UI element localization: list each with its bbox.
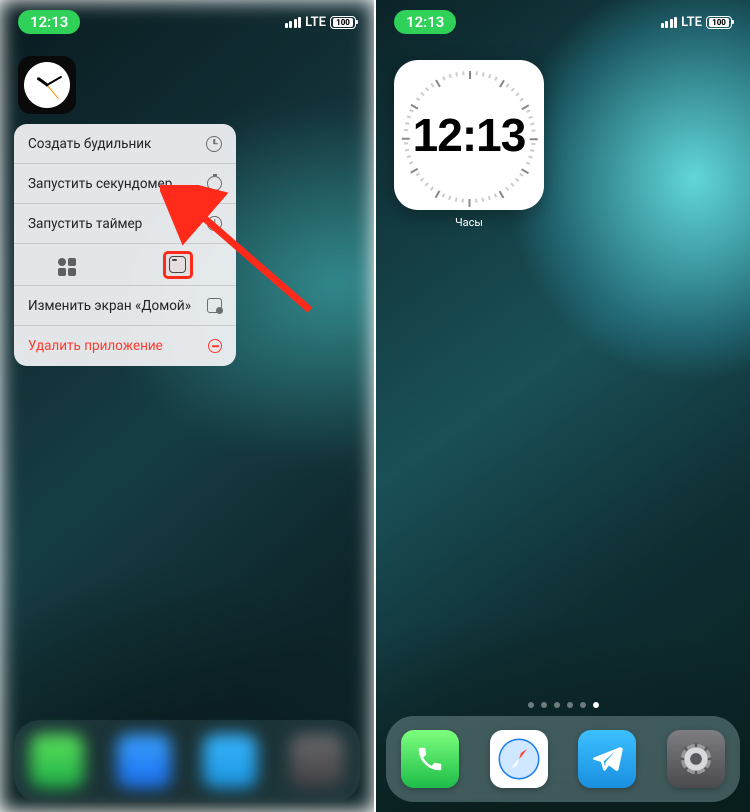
status-bar: 12:13 LTE 100 bbox=[0, 0, 374, 44]
analog-clock-face bbox=[24, 62, 70, 108]
page-dot[interactable] bbox=[593, 702, 599, 708]
battery-icon: 100 bbox=[706, 16, 732, 29]
app-grid-icon[interactable] bbox=[58, 254, 76, 276]
compass-icon bbox=[496, 736, 542, 782]
widget-label: Часы bbox=[394, 216, 544, 229]
menu-delete-app[interactable]: Удалить приложение bbox=[14, 326, 236, 366]
network-label: LTE bbox=[681, 15, 702, 30]
page-dot[interactable] bbox=[528, 702, 534, 708]
left-screenshot: 12:13 LTE 100 Создать будильник Запустит… bbox=[0, 0, 374, 812]
phone-icon bbox=[415, 744, 445, 774]
menu-label: Удалить приложение bbox=[28, 338, 163, 354]
menu-edit-home[interactable]: Изменить экран «Домой» bbox=[14, 286, 236, 326]
page-dot[interactable] bbox=[541, 702, 547, 708]
telegram-app[interactable] bbox=[578, 730, 636, 788]
edit-home-icon bbox=[207, 298, 222, 313]
timer-icon bbox=[207, 216, 222, 231]
stopwatch-icon bbox=[207, 176, 222, 191]
battery-icon: 100 bbox=[330, 16, 356, 29]
clock-app-icon[interactable] bbox=[18, 56, 76, 114]
wallpaper-blurred bbox=[0, 0, 374, 812]
clock-widget[interactable]: 12:13 bbox=[394, 60, 544, 210]
paper-plane-icon bbox=[590, 742, 624, 776]
status-time[interactable]: 12:13 bbox=[394, 10, 456, 34]
gear-icon bbox=[676, 739, 716, 779]
menu-start-stopwatch[interactable]: Запустить секундомер bbox=[14, 164, 236, 204]
widget-time: 12:13 bbox=[413, 108, 526, 162]
signal-icon bbox=[285, 17, 302, 28]
menu-create-alarm[interactable]: Создать будильник bbox=[14, 124, 236, 164]
dock-blurred bbox=[14, 720, 360, 802]
signal-icon bbox=[661, 17, 678, 28]
alarm-icon bbox=[206, 136, 222, 152]
page-indicator[interactable] bbox=[376, 702, 750, 708]
page-dot[interactable] bbox=[567, 702, 573, 708]
settings-app[interactable] bbox=[667, 730, 725, 788]
minus-circle-icon bbox=[208, 339, 222, 353]
network-label: LTE bbox=[305, 15, 326, 30]
small-widget-option-highlighted[interactable] bbox=[163, 251, 193, 279]
status-bar: 12:13 LTE 100 bbox=[376, 0, 750, 44]
menu-start-timer[interactable]: Запустить таймер bbox=[14, 204, 236, 244]
status-time[interactable]: 12:13 bbox=[18, 10, 80, 34]
right-screenshot: 12:13 LTE 100 12:13 Часы bbox=[376, 0, 750, 812]
widget-size-selector bbox=[14, 244, 236, 286]
context-menu: Создать будильник Запустить секундомер З… bbox=[14, 124, 236, 366]
menu-label: Запустить секундомер bbox=[28, 176, 172, 192]
phone-app[interactable] bbox=[401, 730, 459, 788]
menu-label: Создать будильник bbox=[28, 136, 151, 152]
menu-label: Запустить таймер bbox=[28, 216, 142, 232]
safari-app[interactable] bbox=[490, 730, 548, 788]
dock bbox=[386, 716, 740, 802]
page-dot[interactable] bbox=[580, 702, 586, 708]
menu-label: Изменить экран «Домой» bbox=[28, 298, 191, 314]
page-dot[interactable] bbox=[554, 702, 560, 708]
